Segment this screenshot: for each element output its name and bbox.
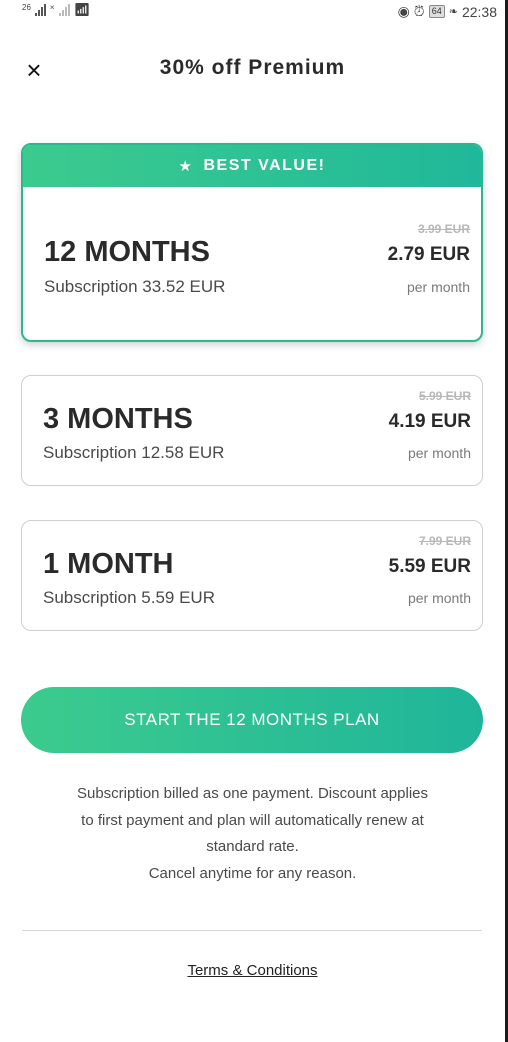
- terms-link[interactable]: Terms & Conditions: [0, 962, 505, 979]
- disclaimer-line: to first payment and plan will automatic…: [81, 811, 424, 829]
- original-price: 3.99 EUR: [417, 222, 470, 236]
- disclaimer-line: standard rate.: [206, 838, 299, 855]
- discounted-price: 2.79 EUR: [387, 244, 470, 265]
- plan-name: 12 MONTHS: [44, 236, 210, 268]
- price-period: per month: [406, 279, 470, 295]
- subscription-total: Subscription 12.58 EUR: [43, 443, 225, 462]
- alarm-icon: ⏰︎: [413, 3, 425, 19]
- plan-name: 1 MONTH: [43, 548, 174, 580]
- discounted-price: 5.59 EUR: [388, 556, 471, 577]
- best-value-ribbon: ★ BEST VALUE!: [23, 145, 481, 187]
- leaf-icon: ❧: [448, 6, 458, 18]
- original-price: 7.99 EUR: [418, 534, 471, 548]
- subscription-total: Subscription 5.59 EUR: [43, 588, 215, 607]
- divider: [22, 930, 482, 931]
- best-value-label: BEST VALUE!: [203, 157, 326, 174]
- eye-icon: ◉: [397, 3, 410, 19]
- start-plan-button[interactable]: START THE 12 MONTHS PLAN: [21, 687, 483, 753]
- plan-card-12-months[interactable]: ★ BEST VALUE! 3.99 EUR 12 MONTHS 2.79 EU…: [21, 143, 483, 342]
- battery-icon: 64: [428, 5, 445, 18]
- clock-time: 22:38: [461, 3, 497, 20]
- plan-name: 3 MONTHS: [43, 403, 193, 435]
- price-period: per month: [407, 445, 471, 461]
- no-signal-mark: ×: [49, 3, 55, 12]
- wifi-icon: 📶︎: [73, 2, 91, 17]
- discounted-price: 4.19 EUR: [388, 411, 471, 432]
- status-right: ◉ ⏰︎ 64 ❧ 22:38: [398, 3, 497, 20]
- billing-disclaimer: Subscription billed as one payment. Disc…: [30, 781, 475, 887]
- cancel-note: Cancel anytime for any reason.: [148, 864, 357, 882]
- subscription-total: Subscription 33.52 EUR: [44, 277, 226, 296]
- status-left: 26 × 📶︎: [22, 2, 91, 17]
- price-period: per month: [407, 590, 471, 606]
- signal-icon: [34, 4, 46, 16]
- star-icon: ★: [178, 158, 194, 175]
- plan-card-3-months[interactable]: 5.99 EUR 3 MONTHS 4.19 EUR Subscription …: [21, 375, 483, 486]
- network-type-label: 26: [22, 3, 31, 12]
- status-bar: 26 × 📶︎ ◉ ⏰︎ 64 ❧ 22:38: [0, 0, 505, 24]
- screen: 26 × 📶︎ ◉ ⏰︎ 64 ❧ 22:38 × 30% off Premiu…: [0, 0, 505, 1042]
- signal-icon-2: [58, 4, 70, 16]
- original-price: 5.99 EUR: [418, 389, 471, 403]
- disclaimer-line: Subscription billed as one payment. Disc…: [76, 785, 429, 802]
- plan-card-1-month[interactable]: 7.99 EUR 1 MONTH 5.59 EUR Subscription 5…: [21, 520, 483, 631]
- page-title: 30% off Premium: [159, 56, 346, 79]
